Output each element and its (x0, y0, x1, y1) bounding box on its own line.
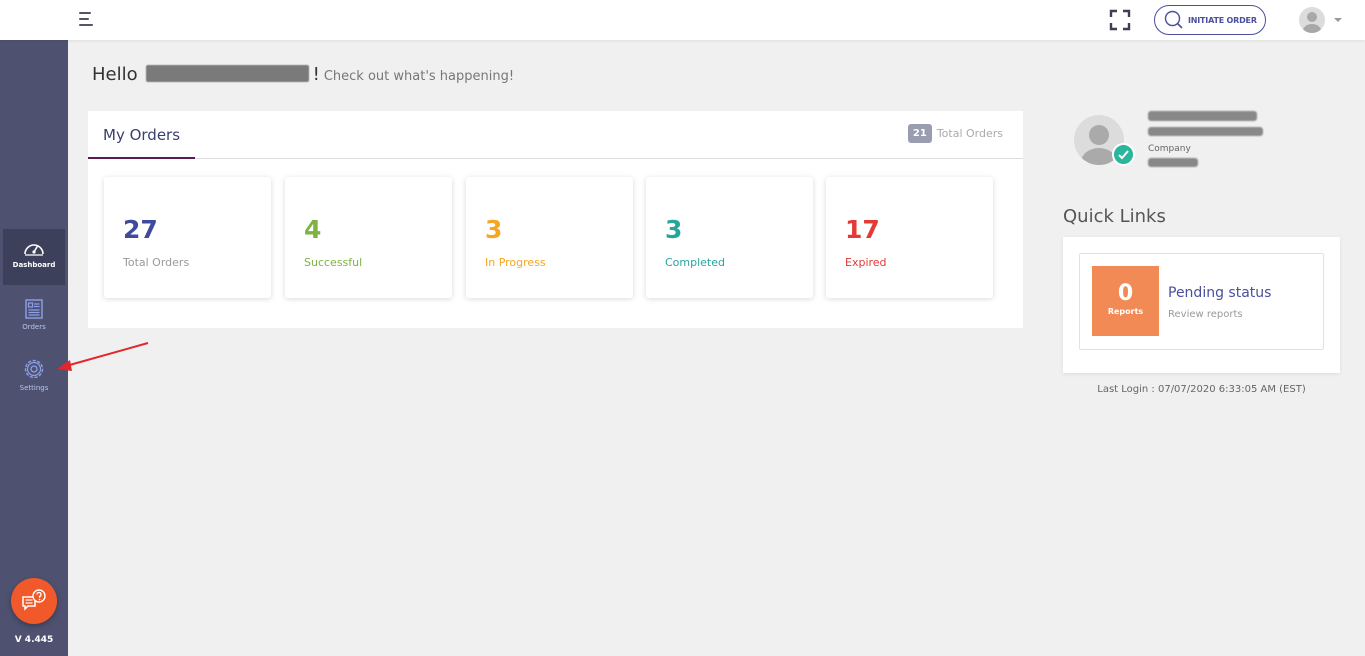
redacted-profile-name (1148, 111, 1257, 121)
sidebar: Dashboard Orders Settings V 4.445 (0, 40, 68, 656)
orders-list-icon (25, 299, 43, 319)
stat-value: 3 (485, 215, 503, 244)
fullscreen-icon[interactable] (1109, 9, 1131, 31)
total-orders-summary: 21 Total Orders (907, 124, 1003, 143)
sidebar-item-label: Orders (22, 323, 46, 331)
sidebar-item-dashboard[interactable]: Dashboard (3, 229, 65, 285)
stat-value: 4 (304, 215, 322, 244)
greeting-exclaim: ! (312, 64, 320, 85)
pending-reports-tile: 0 Reports (1092, 266, 1159, 336)
initiate-order-label: INITIATE ORDER (1188, 15, 1257, 25)
version-label: V 4.445 (14, 635, 54, 645)
last-login-text: Last Login : 07/07/2020 6:33:05 AM (EST) (1097, 384, 1306, 395)
pending-reports-count: 0 (1117, 281, 1134, 306)
stat-card-successful[interactable]: 4 Successful (285, 177, 452, 298)
stat-value: 27 (123, 215, 158, 244)
quick-link-subtext: Review reports (1168, 309, 1243, 320)
quick-link-pending-status[interactable]: 0 Reports Pending status Review reports (1079, 253, 1324, 350)
sidebar-item-orders[interactable]: Orders (3, 289, 65, 345)
greeting-hello: Hello (92, 64, 138, 85)
stat-label: Total Orders (123, 256, 190, 269)
help-chat-icon (22, 589, 46, 611)
stat-value: 3 (665, 215, 683, 244)
stat-label: In Progress (485, 256, 546, 269)
stat-card-completed[interactable]: 3 Completed (646, 177, 813, 298)
greeting-subtitle: Check out what's happening! (323, 69, 515, 84)
user-menu[interactable] (1299, 7, 1342, 33)
total-orders-label: Total Orders (936, 127, 1003, 140)
tab-my-orders[interactable]: My Orders (88, 111, 196, 159)
help-chat-button[interactable] (11, 578, 57, 624)
quick-links-panel: 0 Reports Pending status Review reports (1063, 237, 1340, 373)
stat-label: Completed (665, 256, 725, 269)
stat-label: Expired (845, 256, 887, 269)
stat-label: Successful (304, 256, 363, 269)
my-orders-panel: My Orders 21 Total Orders 27 Total Order… (88, 111, 1023, 328)
quick-links-title: Quick Links (1063, 206, 1166, 227)
sidebar-item-label: Dashboard (12, 261, 56, 269)
search-icon (1164, 10, 1183, 29)
redacted-company-name (1148, 158, 1198, 167)
avatar (1299, 7, 1325, 33)
pending-reports-label: Reports (1107, 307, 1144, 316)
redacted-user-name (145, 65, 309, 82)
verified-check-icon (1112, 143, 1135, 166)
sidebar-item-settings[interactable]: Settings (3, 348, 65, 404)
stat-card-total-orders[interactable]: 27 Total Orders (104, 177, 271, 298)
top-bar: INITIATE ORDER (0, 0, 1365, 40)
my-orders-header: My Orders 21 Total Orders (88, 111, 1023, 159)
stat-card-expired[interactable]: 17 Expired (826, 177, 993, 298)
quick-link-heading: Pending status (1168, 285, 1272, 301)
gear-icon (24, 359, 44, 379)
sidebar-item-label: Settings (19, 384, 49, 392)
stat-card-in-progress[interactable]: 3 In Progress (466, 177, 633, 298)
redacted-profile-email (1148, 127, 1263, 136)
company-label: Company (1148, 144, 1191, 154)
stat-value: 17 (845, 215, 880, 244)
total-orders-badge: 21 (907, 124, 932, 143)
dashboard-gauge-icon (24, 244, 44, 256)
greeting: Hello ! Check out what's happening! (92, 63, 514, 85)
initiate-order-button[interactable]: INITIATE ORDER (1154, 5, 1266, 35)
menu-toggle-icon[interactable] (79, 12, 95, 28)
chevron-down-icon (1334, 18, 1342, 22)
